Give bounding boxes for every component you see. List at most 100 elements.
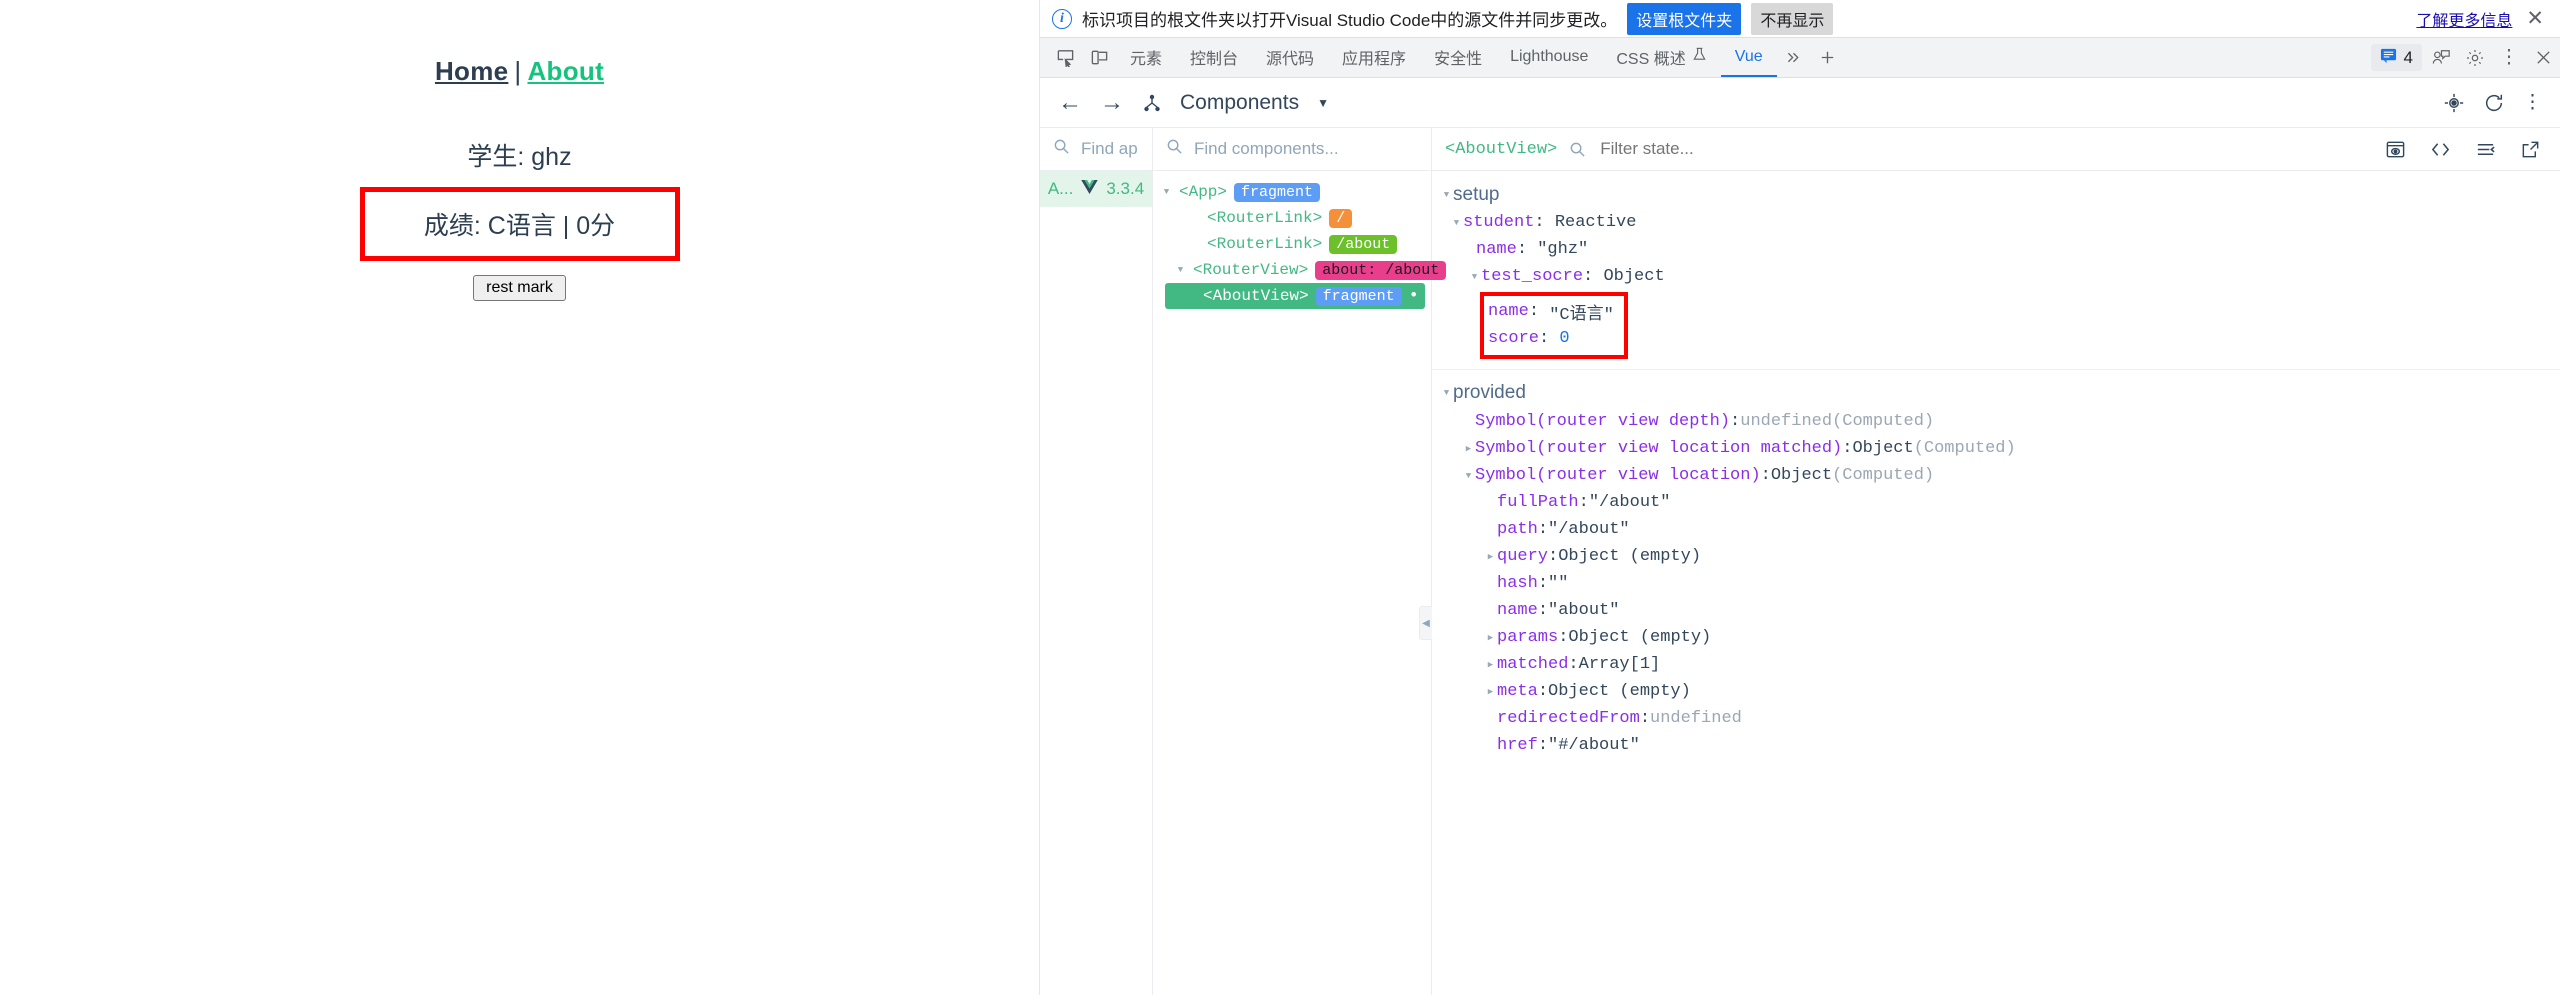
tree-node-badge: / bbox=[1329, 208, 1353, 228]
state-row[interactable]: ▶ matched: Array[1] bbox=[1432, 651, 2560, 678]
score-highlight-box: name: "C语言" score: 0 bbox=[1480, 292, 1628, 359]
state-key: redirectedFrom bbox=[1497, 709, 1640, 728]
filter-state-input[interactable] bbox=[1598, 138, 1859, 160]
tab-lighthouse[interactable]: Lighthouse bbox=[1496, 38, 1602, 77]
tab-css-overview[interactable]: CSS 概述 bbox=[1602, 38, 1720, 77]
state-value: "about" bbox=[1548, 601, 1620, 620]
state-key: name bbox=[1476, 240, 1517, 259]
find-components-input[interactable] bbox=[1192, 138, 1418, 160]
open-in-editor-icon[interactable] bbox=[2424, 139, 2457, 160]
info-icon: i bbox=[1052, 8, 1072, 29]
state-group-header-provided[interactable]: ▼ provided bbox=[1432, 378, 2560, 408]
device-toolbar-icon[interactable] bbox=[1082, 38, 1116, 77]
close-icon[interactable]: ✕ bbox=[2522, 8, 2548, 29]
nav-link-home[interactable]: Home bbox=[435, 56, 508, 86]
state-key: name bbox=[1488, 302, 1529, 321]
find-app-input[interactable] bbox=[1079, 138, 1139, 160]
tab-elements[interactable]: 元素 bbox=[1116, 38, 1176, 77]
tree-node-routerview[interactable]: ▼ <RouterView> about: /about bbox=[1153, 257, 1447, 283]
chevron-down-icon[interactable]: ▼ bbox=[1317, 96, 1329, 110]
tree-node-app[interactable]: ▼ <App> fragment bbox=[1153, 179, 1431, 205]
set-root-folder-button[interactable]: 设置根文件夹 bbox=[1627, 2, 1742, 35]
state-value-suffix: (Computed) bbox=[1913, 439, 2016, 458]
tree-node-routerlink-root[interactable]: ▼ <RouterLink> / bbox=[1153, 205, 1431, 231]
state-column: <AboutView> Filter state... ▼ setup ▼ st… bbox=[1432, 128, 2560, 995]
more-tabs-icon[interactable] bbox=[1777, 38, 1811, 77]
tab-sources[interactable]: 源代码 bbox=[1252, 38, 1328, 77]
chevron-right-icon[interactable]: ▶ bbox=[1484, 687, 1497, 697]
tab-vue[interactable]: Vue bbox=[1720, 38, 1777, 77]
tab-application[interactable]: 应用程序 bbox=[1328, 38, 1420, 77]
chevron-down-icon[interactable]: ▼ bbox=[1462, 471, 1475, 481]
collapse-tree-panel-icon[interactable]: ◀ bbox=[1419, 606, 1432, 640]
dont-show-again-button[interactable]: 不再显示 bbox=[1751, 2, 1834, 35]
info-message: 标识项目的根文件夹以打开Visual Studio Code中的源文件并同步更改… bbox=[1082, 11, 1618, 30]
inspect-dom-icon[interactable] bbox=[2379, 139, 2412, 160]
tab-label: 应用程序 bbox=[1342, 50, 1407, 68]
chevron-down-icon[interactable]: ▼ bbox=[1161, 187, 1172, 197]
tree-node-tag: <AboutView> bbox=[1203, 287, 1309, 305]
component-tree-column: ▼ <App> fragment ▼ <RouterLink> / ▼ <Rou… bbox=[1153, 128, 1447, 995]
user-feedback-icon[interactable] bbox=[2424, 38, 2458, 77]
tab-label: 源代码 bbox=[1266, 50, 1315, 68]
chevron-right-icon[interactable]: ▶ bbox=[1462, 444, 1475, 454]
find-app-search[interactable] bbox=[1040, 128, 1152, 171]
vue-panel-title: Components bbox=[1180, 90, 1300, 114]
vue-more-options-icon[interactable]: ⋮ bbox=[2523, 93, 2542, 112]
state-group-label: setup bbox=[1453, 184, 1500, 205]
state-value: "C语言" bbox=[1549, 305, 1614, 325]
inspect-element-icon[interactable] bbox=[1048, 38, 1082, 77]
state-row[interactable]: ▶ query: Object (empty) bbox=[1432, 543, 2560, 570]
tab-security[interactable]: 安全性 bbox=[1420, 38, 1496, 77]
collapse-all-icon[interactable] bbox=[2469, 139, 2502, 160]
state-row[interactable]: ▶ params: Object (empty) bbox=[1432, 624, 2560, 651]
tree-node-routerlink-about[interactable]: ▼ <RouterLink> /about bbox=[1153, 231, 1431, 257]
chevron-right-icon[interactable]: ▶ bbox=[1484, 633, 1497, 643]
state-value: undefined bbox=[1650, 709, 1742, 728]
chevron-down-icon[interactable]: ▼ bbox=[1440, 388, 1453, 398]
chevron-down-icon[interactable]: ▼ bbox=[1175, 265, 1186, 275]
tab-console[interactable]: 控制台 bbox=[1176, 38, 1252, 77]
state-colon: : bbox=[1639, 709, 1651, 728]
issues-count: 4 bbox=[2403, 47, 2413, 67]
state-group-header-setup[interactable]: ▼ setup bbox=[1432, 181, 2560, 209]
chevron-right-icon[interactable]: ▶ bbox=[1484, 660, 1497, 670]
chevron-right-icon[interactable]: ▶ bbox=[1484, 552, 1497, 562]
select-component-icon[interactable] bbox=[2443, 92, 2465, 114]
devtools-more-options-icon[interactable]: ⋮ bbox=[2492, 38, 2526, 77]
refresh-icon[interactable] bbox=[2483, 92, 2505, 114]
state-row[interactable]: ▶ Symbol(router view location matched): O… bbox=[1432, 435, 2560, 462]
state-row-test-socre[interactable]: ▼ test_socre: Object bbox=[1432, 263, 2560, 290]
reset-mark-button[interactable]: rest mark bbox=[473, 275, 566, 301]
state-row: hash: "" bbox=[1432, 570, 2560, 597]
chevron-down-icon[interactable]: ▼ bbox=[1440, 190, 1453, 200]
nav-link-about[interactable]: About bbox=[527, 56, 604, 86]
state-value: undefined bbox=[1740, 412, 1833, 431]
back-arrow-icon[interactable]: ← bbox=[1058, 90, 1082, 115]
open-external-icon[interactable] bbox=[2514, 139, 2547, 160]
student-name-text: 学生: ghz bbox=[467, 143, 572, 171]
selected-component-name: <AboutView> bbox=[1445, 139, 1558, 159]
chevron-down-icon[interactable]: ▼ bbox=[1468, 272, 1481, 282]
about-view-content: 学生: ghz 成绩: C语言 | 0分 rest mark bbox=[0, 137, 1039, 301]
state-row-student[interactable]: ▼ student: Reactive bbox=[1432, 209, 2560, 236]
state-row[interactable]: ▼ Symbol(router view location): Object (C… bbox=[1432, 462, 2560, 489]
state-row: path: "/about" bbox=[1432, 516, 2560, 543]
issues-counter-button[interactable]: 4 bbox=[2370, 44, 2422, 71]
add-tab-icon[interactable] bbox=[1811, 38, 1845, 77]
gear-icon[interactable] bbox=[2458, 38, 2492, 77]
state-colon: : bbox=[1548, 547, 1559, 566]
app-list-item[interactable]: A... 3.3.4 bbox=[1040, 171, 1152, 207]
state-row: Symbol(router view depth): undefined (Co… bbox=[1432, 408, 2560, 435]
state-key: Symbol(router view location matched) bbox=[1475, 439, 1843, 458]
devtools-window: i 标识项目的根文件夹以打开Visual Studio Code中的源文件并同步… bbox=[1040, 0, 2560, 995]
tree-node-aboutview[interactable]: <AboutView> fragment • bbox=[1165, 283, 1425, 309]
state-group-setup: ▼ setup ▼ student: Reactive name: "ghz" … bbox=[1432, 181, 2560, 361]
tree-node-badge: fragment bbox=[1315, 286, 1402, 306]
find-components-search[interactable] bbox=[1153, 128, 1431, 171]
learn-more-link[interactable]: 了解更多信息 bbox=[2416, 7, 2512, 31]
chevron-down-icon[interactable]: ▼ bbox=[1450, 218, 1463, 228]
forward-arrow-icon[interactable]: → bbox=[1100, 90, 1124, 115]
state-row[interactable]: ▶ meta: Object (empty) bbox=[1432, 678, 2560, 705]
devtools-close-icon[interactable] bbox=[2526, 38, 2560, 77]
